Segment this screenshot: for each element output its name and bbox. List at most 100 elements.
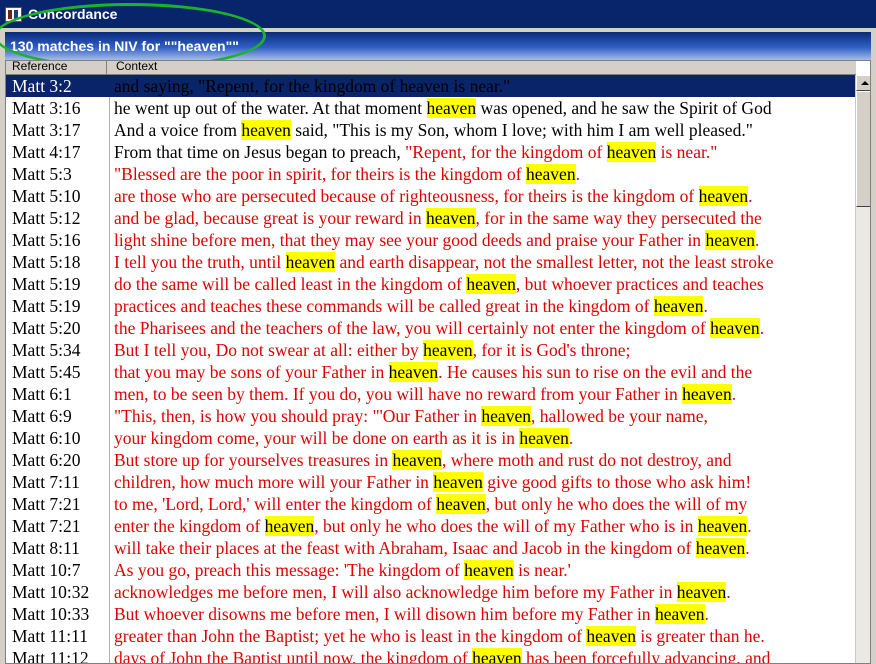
- bible-icon[interactable]: [5, 7, 22, 22]
- concordance-rows: Matt 3:2 and saying, "Repent, for the kin…: [6, 75, 856, 664]
- concordance-list[interactable]: Reference Context Matt 3:2 and saying, "R…: [5, 60, 871, 664]
- verse-reference: Matt 3:2: [12, 76, 72, 96]
- context-text: days of John the Baptist until now, the …: [114, 648, 473, 664]
- search-term-highlight: heaven: [466, 274, 516, 294]
- search-term-highlight: heaven: [425, 208, 476, 228]
- column-header-context[interactable]: Context: [116, 61, 157, 74]
- verse-reference: Matt 5:12: [12, 208, 81, 228]
- context-text: , for in the same way they persecuted th…: [475, 208, 762, 228]
- verse-context: light shine before men, that they may se…: [111, 229, 858, 251]
- search-term-highlight: heaven: [586, 626, 636, 646]
- concordance-row[interactable]: Matt 5:10 are those who are persecuted be…: [6, 185, 856, 207]
- search-term-highlight: heaven: [526, 164, 576, 184]
- search-term-highlight: heaven: [654, 604, 705, 624]
- verse-context: As you go, preach this message: 'The kin…: [111, 559, 858, 581]
- concordance-row[interactable]: Matt 7:21 to me, 'Lord, Lord,' will enter…: [6, 493, 856, 515]
- concordance-row[interactable]: Matt 3:17 And a voice from heaven said, "…: [6, 119, 856, 141]
- context-text: are those who are persecuted because of …: [114, 186, 699, 206]
- concordance-row[interactable]: Matt 7:11 children, how much more will yo…: [6, 471, 856, 493]
- concordance-row[interactable]: Matt 6:20 But store up for yourselves tre…: [6, 449, 856, 471]
- concordance-row[interactable]: Matt 11:11 greater than John the Baptist;…: [6, 625, 856, 647]
- column-divider[interactable]: [106, 61, 107, 74]
- verse-reference: Matt 6:9: [12, 406, 72, 426]
- context-text: .: [748, 186, 753, 206]
- concordance-row[interactable]: Matt 8:11 will take their places at the f…: [6, 537, 856, 559]
- search-term-highlight: heaven: [653, 296, 704, 316]
- context-text: greater than John the Baptist; yet he wh…: [114, 626, 587, 646]
- context-text: said, "This is my Son, whom I love; with…: [290, 120, 753, 140]
- verse-context: enter the kingdom of heaven, but only he…: [111, 515, 858, 537]
- concordance-row[interactable]: Matt 7:21 enter the kingdom of heaven, bu…: [6, 515, 856, 537]
- verse-reference: Matt 5:20: [12, 318, 81, 338]
- concordance-row[interactable]: Matt 5:34 But I tell you, Do not swear at…: [6, 339, 856, 361]
- verse-context: And a voice from heaven said, "This is m…: [111, 119, 858, 141]
- context-text: he went up out of the water. At that mom…: [114, 98, 427, 118]
- concordance-row[interactable]: Matt 11:12 days of John the Baptist until…: [6, 647, 856, 664]
- concordance-row[interactable]: Matt 5:19 do the same will be called leas…: [6, 273, 856, 295]
- search-term-highlight: heaven: [481, 406, 531, 426]
- window-titlebar[interactable]: Concordance: [0, 0, 876, 28]
- context-text: is near.': [513, 560, 571, 580]
- concordance-row[interactable]: Matt 5:16 light shine before men, that th…: [6, 229, 856, 251]
- concordance-row[interactable]: Matt 10:7 As you go, preach this message:…: [6, 559, 856, 581]
- concordance-row[interactable]: Matt 10:32 acknowledges me before men, I …: [6, 581, 856, 603]
- search-term-highlight: heaven: [710, 318, 760, 338]
- context-text: your kingdom come, your will be done on …: [114, 428, 520, 448]
- verse-reference: Matt 5:10: [12, 186, 81, 206]
- verse-reference: Matt 6:20: [12, 450, 81, 470]
- context-text: was opened, and he saw the Spirit of God: [476, 98, 772, 118]
- context-text: "This, then, is how you should pray: "'O…: [114, 406, 482, 426]
- concordance-row[interactable]: Matt 10:33 But whoever disowns me before …: [6, 603, 856, 625]
- context-text: light shine before men, that they may se…: [114, 230, 706, 250]
- verse-reference: Matt 5:45: [12, 362, 81, 382]
- context-text: . He causes his sun to rise on the evil …: [438, 362, 753, 382]
- search-term-highlight: heaven: [464, 560, 514, 580]
- context-text: and be glad, because great is your rewar…: [114, 208, 426, 228]
- verse-context: the Pharisees and the teachers of the la…: [111, 317, 858, 339]
- verse-context: that you may be sons of your Father in h…: [111, 361, 858, 383]
- concordance-row[interactable]: Matt 4:17 From that time on Jesus began t…: [6, 141, 856, 163]
- verse-context: will take their places at the feast with…: [111, 537, 858, 559]
- column-header-reference[interactable]: Reference: [12, 61, 67, 74]
- concordance-row[interactable]: Matt 5:12 and be glad, because great is y…: [6, 207, 856, 229]
- verse-context: practices and teaches these commands wil…: [111, 295, 858, 317]
- context-text: But store up for yourselves treasures in: [114, 450, 393, 470]
- verse-context: I tell you the truth, until heaven and e…: [111, 251, 858, 273]
- search-term-highlight: heaven: [682, 384, 732, 404]
- vertical-scrollbar[interactable]: [855, 75, 870, 663]
- verse-context: greater than John the Baptist; yet he wh…: [111, 625, 858, 647]
- concordance-row[interactable]: Matt 6:9 "This, then, is how you should p…: [6, 405, 856, 427]
- concordance-row[interactable]: Matt 5:18 I tell you the truth, until hea…: [6, 251, 856, 273]
- scroll-up-arrow-icon[interactable]: [856, 75, 870, 91]
- verse-reference: Matt 4:17: [12, 142, 81, 162]
- context-text: .: [704, 604, 709, 624]
- search-term-highlight: heaven: [388, 362, 439, 382]
- verse-context: "This, then, is how you should pray: "'O…: [111, 405, 858, 427]
- verse-context: are those who are persecuted because of …: [111, 185, 858, 207]
- concordance-row[interactable]: Matt 5:45 that you may be sons of your Fa…: [6, 361, 856, 383]
- context-text: I tell you the truth, until: [114, 252, 286, 272]
- verse-context: But I tell you, Do not swear at all: eit…: [111, 339, 858, 361]
- concordance-row[interactable]: Matt 5:20 the Pharisees and the teachers …: [6, 317, 856, 339]
- context-text: , for it is God's throne;: [472, 340, 631, 360]
- context-text: "Blessed are the poor in spirit, for the…: [114, 164, 527, 184]
- context-text: And a voice from: [114, 120, 242, 140]
- concordance-row[interactable]: Matt 6:10 your kingdom come, your will be…: [6, 427, 856, 449]
- context-text: .: [755, 230, 760, 250]
- scrollbar-thumb[interactable]: [856, 91, 870, 207]
- context-text: is greater than he.: [635, 626, 765, 646]
- search-term-highlight: heaven: [426, 98, 477, 118]
- verse-context: your kingdom come, your will be done on …: [111, 427, 858, 449]
- verse-reference: Matt 8:11: [12, 538, 80, 558]
- verse-reference: Matt 10:32: [12, 582, 90, 602]
- concordance-row[interactable]: Matt 3:16 he went up out of the water. At…: [6, 97, 856, 119]
- concordance-row[interactable]: Matt 5:19 practices and teaches these com…: [6, 295, 856, 317]
- context-text: acknowledges me before men, I will also …: [114, 582, 677, 602]
- concordance-row[interactable]: Matt 6:1 men, to be seen by them. If you …: [6, 383, 856, 405]
- context-text: .: [731, 384, 737, 404]
- search-term-highlight: heaven: [695, 538, 746, 558]
- search-term-highlight: heaven: [698, 186, 749, 206]
- context-text: do the same will be called least in the …: [114, 274, 467, 294]
- concordance-row[interactable]: Matt 5:3 "Blessed are the poor in spirit,…: [6, 163, 856, 185]
- concordance-row[interactable]: Matt 3:2 and saying, "Repent, for the kin…: [6, 75, 856, 97]
